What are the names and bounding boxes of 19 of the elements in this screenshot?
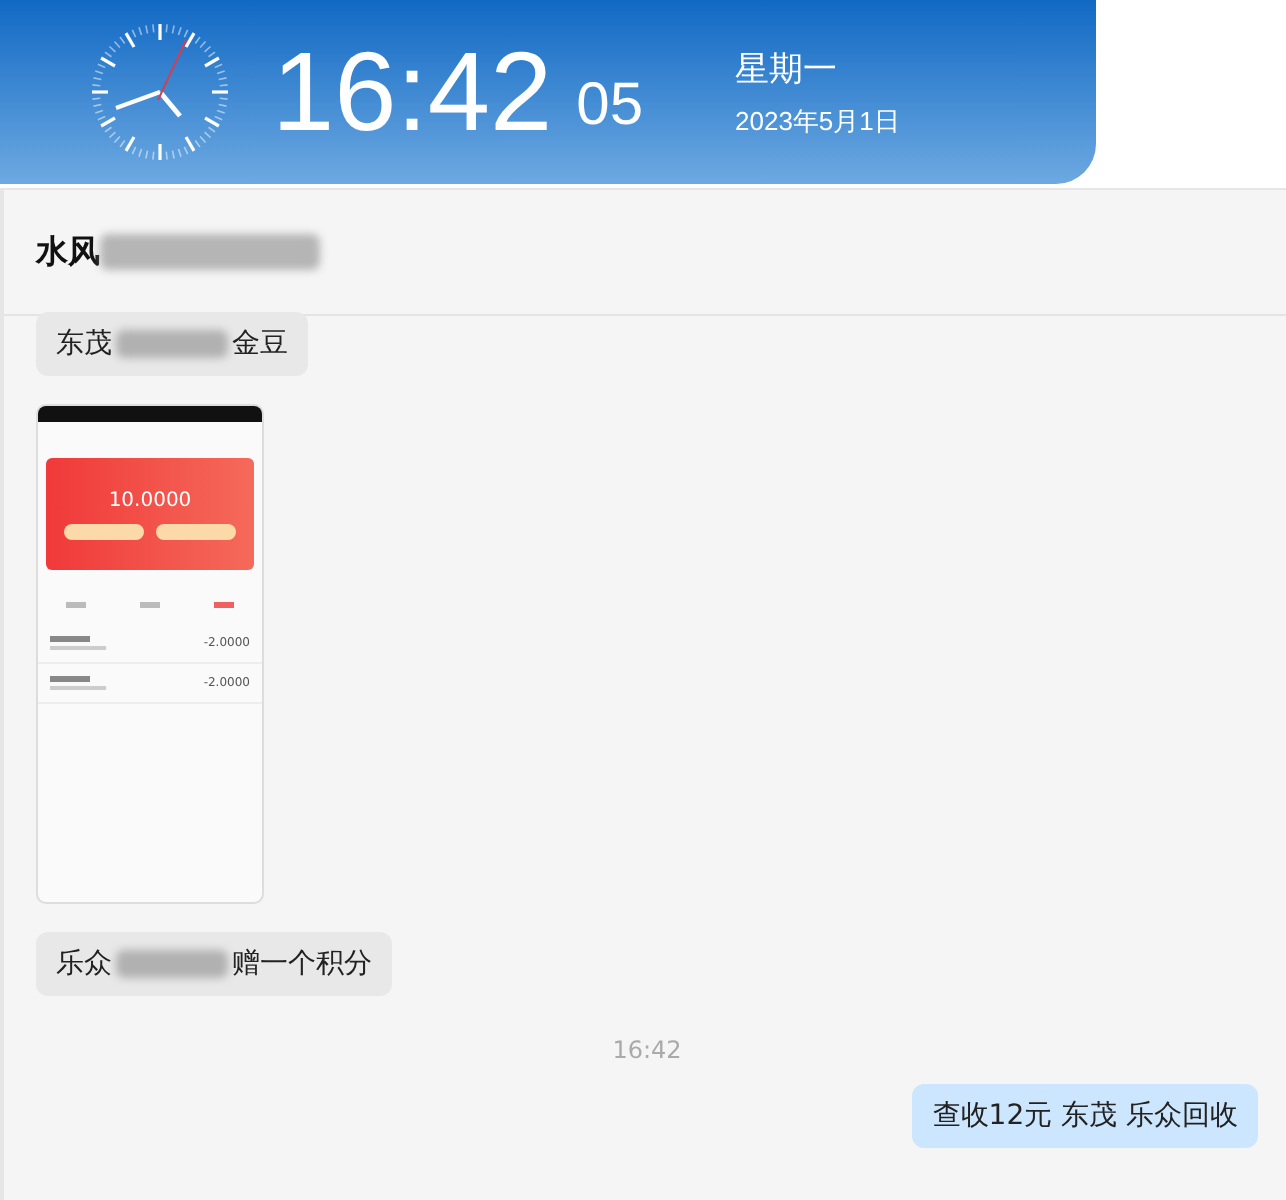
clock-seconds: 05 [576,72,644,140]
tab-mark [139,602,160,608]
redaction-mark [116,330,228,358]
tab-mark [214,602,235,608]
message-text: 东茂 [56,326,112,362]
placeholder-lines [50,636,106,650]
message-text: 金豆 [232,326,288,362]
redaction-mark [116,950,228,978]
tab-mark [65,602,86,608]
date-label: 2023年5月1日 [735,103,900,139]
placeholder-lines [50,676,106,690]
message-text: 查收12元 东茂 乐众回收 [932,1098,1238,1134]
balance-amount: 10.0000 [108,489,192,511]
clock-time: 16:42 [272,36,553,148]
chat-title: 水风 [36,231,100,273]
message-time: 16:42 [612,1036,682,1064]
message-text: 赠一个积分 [232,946,372,982]
message-text: 乐众 [56,946,112,982]
weekday-label: 星期一 [735,47,840,91]
